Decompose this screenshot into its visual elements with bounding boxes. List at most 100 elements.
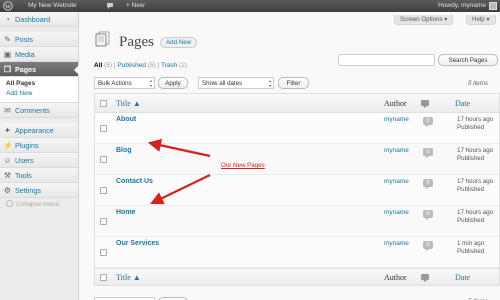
- pages-icon: ❐: [3, 65, 12, 74]
- comment-count-badge[interactable]: 0: [423, 210, 433, 220]
- sidebar-item-comments[interactable]: ✉ Comments: [0, 103, 78, 118]
- row-checkbox[interactable]: [100, 218, 107, 225]
- sidebar-item-label: Pages: [15, 65, 37, 74]
- settings-icon: ⚙: [3, 186, 12, 195]
- annotation-label: Our New Pages: [221, 162, 265, 169]
- comment-count-badge[interactable]: 0: [423, 179, 433, 189]
- status-value: Published: [457, 154, 485, 162]
- date-value: 17 hours ago: [457, 116, 494, 123]
- howdy-user-menu[interactable]: Howdy, myname: [438, 0, 486, 12]
- add-new-page-button[interactable]: Add New: [160, 37, 198, 48]
- collapse-arrow-icon: [6, 200, 13, 207]
- table-row: Blog myname 0 17 hours ago Published: [95, 144, 499, 175]
- page-title-link[interactable]: About: [116, 116, 136, 123]
- table-footer-row: Title ▲ Author Date: [95, 268, 499, 285]
- tools-icon: ⚒: [3, 171, 12, 180]
- filter-trash-link[interactable]: Trash: [161, 62, 177, 69]
- media-icon: ▣: [3, 50, 12, 59]
- bulk-actions-select[interactable]: Bulk Actions: [94, 77, 155, 89]
- sidebar-item-users[interactable]: ☺ Users: [0, 153, 78, 168]
- submenu-add-new[interactable]: Add New: [6, 89, 78, 99]
- comments-bubble-icon[interactable]: [106, 0, 114, 12]
- comment-count-badge[interactable]: 0: [423, 117, 433, 127]
- dashboard-icon: ◔: [5, 15, 10, 24]
- page-title: Pages: [119, 34, 154, 50]
- select-all-checkbox[interactable]: [100, 274, 107, 281]
- sidebar-item-label: Plugins: [15, 141, 39, 150]
- comment-count-badge[interactable]: 0: [423, 148, 433, 158]
- sidebar-item-label: Tools: [15, 171, 32, 180]
- pages-submenu: All Pages Add New: [0, 77, 78, 103]
- date-cell: 17 hours ago Published: [457, 209, 499, 224]
- users-icon: ☺: [3, 156, 12, 165]
- dates-filter-select[interactable]: Show all dates: [198, 77, 274, 89]
- help-button[interactable]: Help ▾: [466, 15, 496, 25]
- table-body: About myname 0 17 hours ago Published Blog myn…: [95, 113, 499, 268]
- table-row: Contact Us myname 0 17 hours ago Published: [95, 175, 499, 206]
- admin-bar: W My New Website + New Howdy, myname: [0, 0, 500, 12]
- pages-header-icon: [94, 31, 110, 47]
- row-checkbox[interactable]: [100, 249, 107, 256]
- posts-icon: ✎: [4, 35, 11, 44]
- apply-button[interactable]: Apply: [158, 77, 188, 89]
- sidebar-item-label: Dashboard: [15, 15, 51, 24]
- author-link[interactable]: myname: [384, 240, 409, 247]
- filter-button[interactable]: Filter: [278, 77, 309, 89]
- sidebar-item-posts[interactable]: ✎ Posts: [0, 32, 78, 47]
- sidebar-item-pages[interactable]: ❐ Pages: [0, 62, 79, 77]
- sidebar-item-label: Settings: [15, 186, 41, 195]
- filter-all-link[interactable]: All: [94, 62, 102, 69]
- filter-published-link[interactable]: Published: [117, 62, 146, 69]
- sidebar-item-label: Comments: [15, 106, 50, 115]
- site-name-link[interactable]: My New Website: [28, 0, 77, 12]
- sidebar-item-appearance[interactable]: ✦ Appearance: [0, 123, 78, 138]
- row-checkbox[interactable]: [100, 125, 107, 132]
- table-header-row: Title ▲ Author Date: [95, 94, 499, 113]
- date-value: 1 min ago: [457, 240, 485, 247]
- sidebar-item-media[interactable]: ▣ Media: [0, 47, 78, 62]
- author-link[interactable]: myname: [384, 209, 409, 216]
- pages-table: Title ▲ Author Date About myname 0 17 hours…: [94, 93, 500, 286]
- sidebar-item-dashboard[interactable]: ◔ Dashboard: [0, 12, 78, 27]
- status-value: Published: [457, 123, 485, 131]
- status-value: Published: [457, 185, 485, 193]
- column-title-header[interactable]: Title ▲: [116, 273, 141, 282]
- date-cell: 1 min ago Published: [457, 240, 499, 255]
- filter-published-count: (5): [147, 62, 156, 69]
- new-content-button[interactable]: + New: [126, 0, 145, 12]
- date-cell: 17 hours ago Published: [457, 116, 499, 131]
- select-all-checkbox[interactable]: [100, 100, 107, 107]
- screen-options-button[interactable]: Screen Options ▾: [394, 15, 454, 25]
- author-link[interactable]: myname: [384, 147, 409, 154]
- page-title-link[interactable]: Contact Us: [116, 178, 153, 185]
- row-checkbox[interactable]: [100, 156, 107, 163]
- sidebar-item-label: Users: [15, 156, 34, 165]
- table-row: Our Services myname 0 1 min ago Published: [95, 237, 499, 268]
- items-count: 5 items: [468, 80, 488, 87]
- page-title-link[interactable]: Home: [116, 209, 135, 216]
- search-input[interactable]: [338, 54, 435, 66]
- sidebar-item-settings[interactable]: ⚙ Settings: [0, 183, 78, 198]
- sidebar-item-label: Appearance: [15, 126, 54, 135]
- page-title-link[interactable]: Blog: [116, 147, 132, 154]
- wordpress-logo-icon[interactable]: W: [3, 0, 15, 12]
- column-date-header[interactable]: Date: [455, 273, 470, 282]
- page-title-link[interactable]: Our Services: [116, 240, 159, 247]
- row-checkbox[interactable]: [100, 187, 107, 194]
- filter-separator: |: [157, 62, 160, 69]
- submenu-all-pages[interactable]: All Pages: [6, 79, 78, 89]
- status-value: Published: [457, 216, 485, 224]
- search-pages-button[interactable]: Search Pages: [438, 54, 498, 66]
- column-date-header[interactable]: Date: [455, 99, 470, 108]
- sidebar-item-plugins[interactable]: ⚡ Plugins: [0, 138, 78, 153]
- date-value: 17 hours ago: [457, 209, 494, 216]
- avatar[interactable]: [489, 2, 497, 10]
- column-title-header[interactable]: Title ▲: [116, 99, 141, 108]
- author-link[interactable]: myname: [384, 116, 409, 123]
- collapse-menu-button[interactable]: Collapse menu: [0, 198, 78, 212]
- sidebar-item-tools[interactable]: ⚒ Tools: [0, 168, 78, 183]
- filter-trash-count: (2): [179, 62, 188, 69]
- author-link[interactable]: myname: [384, 178, 409, 185]
- comment-count-badge[interactable]: 0: [423, 241, 433, 251]
- admin-sidebar: ◔ Dashboard ✎ Posts ▣ Media ❐ Pages All …: [0, 12, 79, 300]
